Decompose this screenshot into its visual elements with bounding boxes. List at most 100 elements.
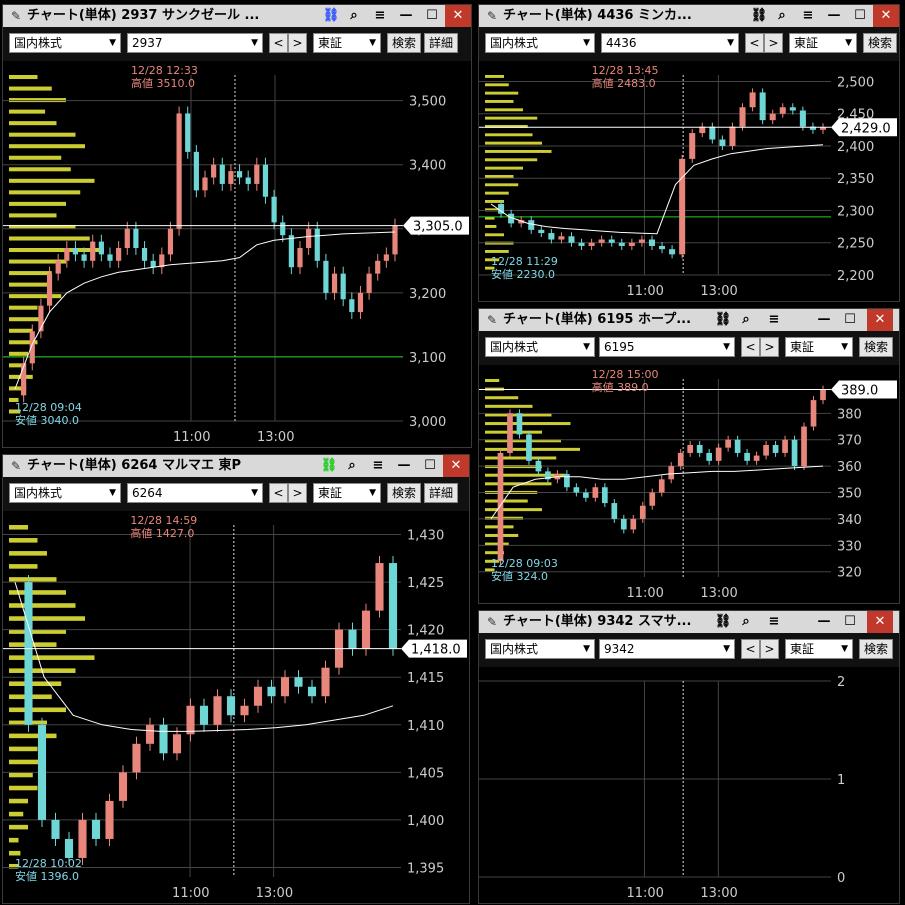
search-icon[interactable]: ⌕ (339, 455, 365, 477)
search-button[interactable]: 検索 (863, 33, 897, 53)
close-button[interactable]: ✕ (867, 309, 893, 331)
menu-icon[interactable]: ≡ (761, 309, 787, 331)
menu-icon[interactable]: ≡ (367, 5, 393, 27)
market-select[interactable]: 国内株式 ▼ (9, 483, 121, 503)
code-input[interactable]: 9342 ▼ (599, 639, 735, 659)
prev-button[interactable]: < (269, 483, 288, 503)
price-chart[interactable]: 2,2002,2502,3002,3502,4002,4502,50011:00… (479, 61, 899, 301)
menu-icon[interactable]: ≡ (795, 5, 821, 27)
candle-body (668, 466, 675, 480)
exchange-select[interactable]: 東証 ▼ (789, 33, 857, 53)
volume-profile-bar (485, 116, 538, 120)
candle-body (254, 164, 260, 184)
search-button[interactable]: 検索 (859, 337, 893, 357)
menu-icon[interactable]: ≡ (365, 455, 391, 477)
low-value-label: 安値 3040.0 (15, 413, 79, 427)
high-value-label: 高値 1427.0 (130, 526, 194, 540)
link-icon[interactable]: ⛓ (713, 309, 733, 331)
title-bar[interactable]: ✎ チャート(単体) 4436 ミンカ... ⛓ ⌕ ≡ — ☐ ✕ (479, 5, 899, 27)
title-bar[interactable]: ✎ チャート(単体) 2937 サンクゼール ... ⛓2 ⌕ ≡ — ☐ ✕ (3, 5, 471, 47)
search-button[interactable]: 検索 (387, 33, 421, 53)
volume-profile-bar (485, 183, 519, 187)
search-button[interactable]: 検索 (387, 483, 421, 503)
next-button[interactable]: > (764, 33, 783, 53)
pin-icon[interactable]: ✎ (9, 5, 23, 27)
minimize-button[interactable]: — (391, 455, 417, 477)
next-button[interactable]: > (288, 483, 307, 503)
close-button[interactable]: ✕ (445, 5, 471, 27)
search-icon[interactable]: ⌕ (769, 5, 795, 27)
candle-body (81, 254, 87, 261)
minimize-button[interactable]: — (811, 611, 837, 633)
market-select[interactable]: 国内株式 ▼ (485, 337, 595, 357)
detail-button[interactable]: 詳細 (424, 483, 458, 503)
pin-icon[interactable]: ✎ (485, 611, 499, 633)
candle-body (601, 487, 608, 504)
volume-profile-bar (9, 305, 38, 310)
price-chart[interactable]: 0 1 2 11:00 13:00 (479, 667, 899, 903)
code-input[interactable]: 6195 ▼ (599, 337, 735, 357)
volume-profile-bar (9, 746, 38, 752)
volume-profile-bar (9, 374, 33, 379)
candle-body (64, 248, 70, 261)
minimize-button[interactable]: — (821, 5, 847, 27)
price-chart[interactable]: 1,395 1,400 1,405 1,410 1,415 1,420 1,425 1,430… (3, 511, 469, 903)
code-input[interactable]: 6264 ▼ (127, 483, 263, 503)
maximize-button[interactable]: ☐ (837, 309, 863, 331)
candle-body (564, 474, 570, 488)
maximize-button[interactable]: ☐ (837, 611, 863, 633)
link-icon[interactable]: ⛓3 (319, 455, 339, 497)
code-input[interactable]: 2937 ▼ (127, 33, 263, 53)
title-bar[interactable]: ✎ チャート(単体) 6195 ホープ... ⛓ ⌕ ≡ — ☐ ✕ (479, 309, 899, 331)
maximize-button[interactable]: ☐ (847, 5, 873, 27)
price-chart[interactable]: 3,0003,1003,2003,3003,4003,50011:0013:00… (3, 61, 471, 447)
pin-icon[interactable]: ✎ (9, 455, 23, 477)
y-tick-label: 1,405 (407, 766, 444, 781)
minimize-button[interactable]: — (811, 309, 837, 331)
candle-body (72, 248, 79, 255)
title-bar[interactable]: ✎ チャート(単体) 6264 マルマエ 東P ⛓3 ⌕ ≡ — ☐ ✕ (3, 455, 469, 497)
candle-body (133, 228, 139, 248)
close-button[interactable]: ✕ (443, 455, 469, 477)
prev-button[interactable]: < (741, 337, 760, 357)
chart-window-2937: ✎ チャート(単体) 2937 サンクゼール ... ⛓2 ⌕ ≡ — ☐ ✕ … (2, 4, 472, 448)
exchange-select[interactable]: 東証 ▼ (313, 33, 381, 53)
candle-body (132, 743, 141, 773)
search-icon[interactable]: ⌕ (733, 309, 759, 331)
prev-button[interactable]: < (741, 639, 760, 659)
link-icon[interactable]: ⛓ (749, 5, 769, 27)
minimize-button[interactable]: — (393, 5, 419, 27)
pin-icon[interactable]: ✎ (485, 309, 499, 331)
pin-icon[interactable]: ✎ (485, 5, 499, 27)
code-input[interactable]: 4436 ▼ (601, 33, 739, 53)
exchange-select[interactable]: 東証 ▼ (785, 337, 853, 357)
next-button[interactable]: > (288, 33, 307, 53)
next-button[interactable]: > (760, 639, 779, 659)
link-icon[interactable]: ⛓2 (321, 5, 341, 47)
prev-button[interactable]: < (745, 33, 764, 53)
prev-button[interactable]: < (269, 33, 288, 53)
last-price-label: 3,305.0 (413, 220, 463, 235)
maximize-button[interactable]: ☐ (419, 5, 445, 27)
candle-body (739, 107, 746, 127)
close-button[interactable]: ✕ (867, 611, 893, 633)
search-icon[interactable]: ⌕ (341, 5, 367, 27)
maximize-button[interactable]: ☐ (417, 455, 443, 477)
title-bar[interactable]: ✎ チャート(単体) 9342 スマサ... ⛓ ⌕ ≡ — ☐ ✕ (479, 611, 899, 633)
market-select[interactable]: 国内株式 ▼ (9, 33, 121, 53)
exchange-select[interactable]: 東証 ▼ (785, 639, 853, 659)
link-icon[interactable]: ⛓ (713, 611, 733, 633)
search-icon[interactable]: ⌕ (733, 611, 759, 633)
market-select[interactable]: 国内株式 ▼ (485, 639, 595, 659)
candle-body (628, 242, 635, 246)
close-button[interactable]: ✕ (873, 5, 899, 27)
search-button[interactable]: 検索 (859, 639, 893, 659)
exchange-select[interactable]: 東証 ▼ (313, 483, 381, 503)
candle-body (618, 242, 625, 246)
candle-body (55, 260, 61, 274)
menu-icon[interactable]: ≡ (761, 611, 787, 633)
market-select[interactable]: 国内株式 ▼ (485, 33, 595, 53)
detail-button[interactable]: 詳細 (424, 33, 458, 53)
price-chart[interactable]: 320 330 340 350 360 370 380 11:00 13:00 389.0 12/2… (479, 365, 899, 603)
next-button[interactable]: > (760, 337, 779, 357)
